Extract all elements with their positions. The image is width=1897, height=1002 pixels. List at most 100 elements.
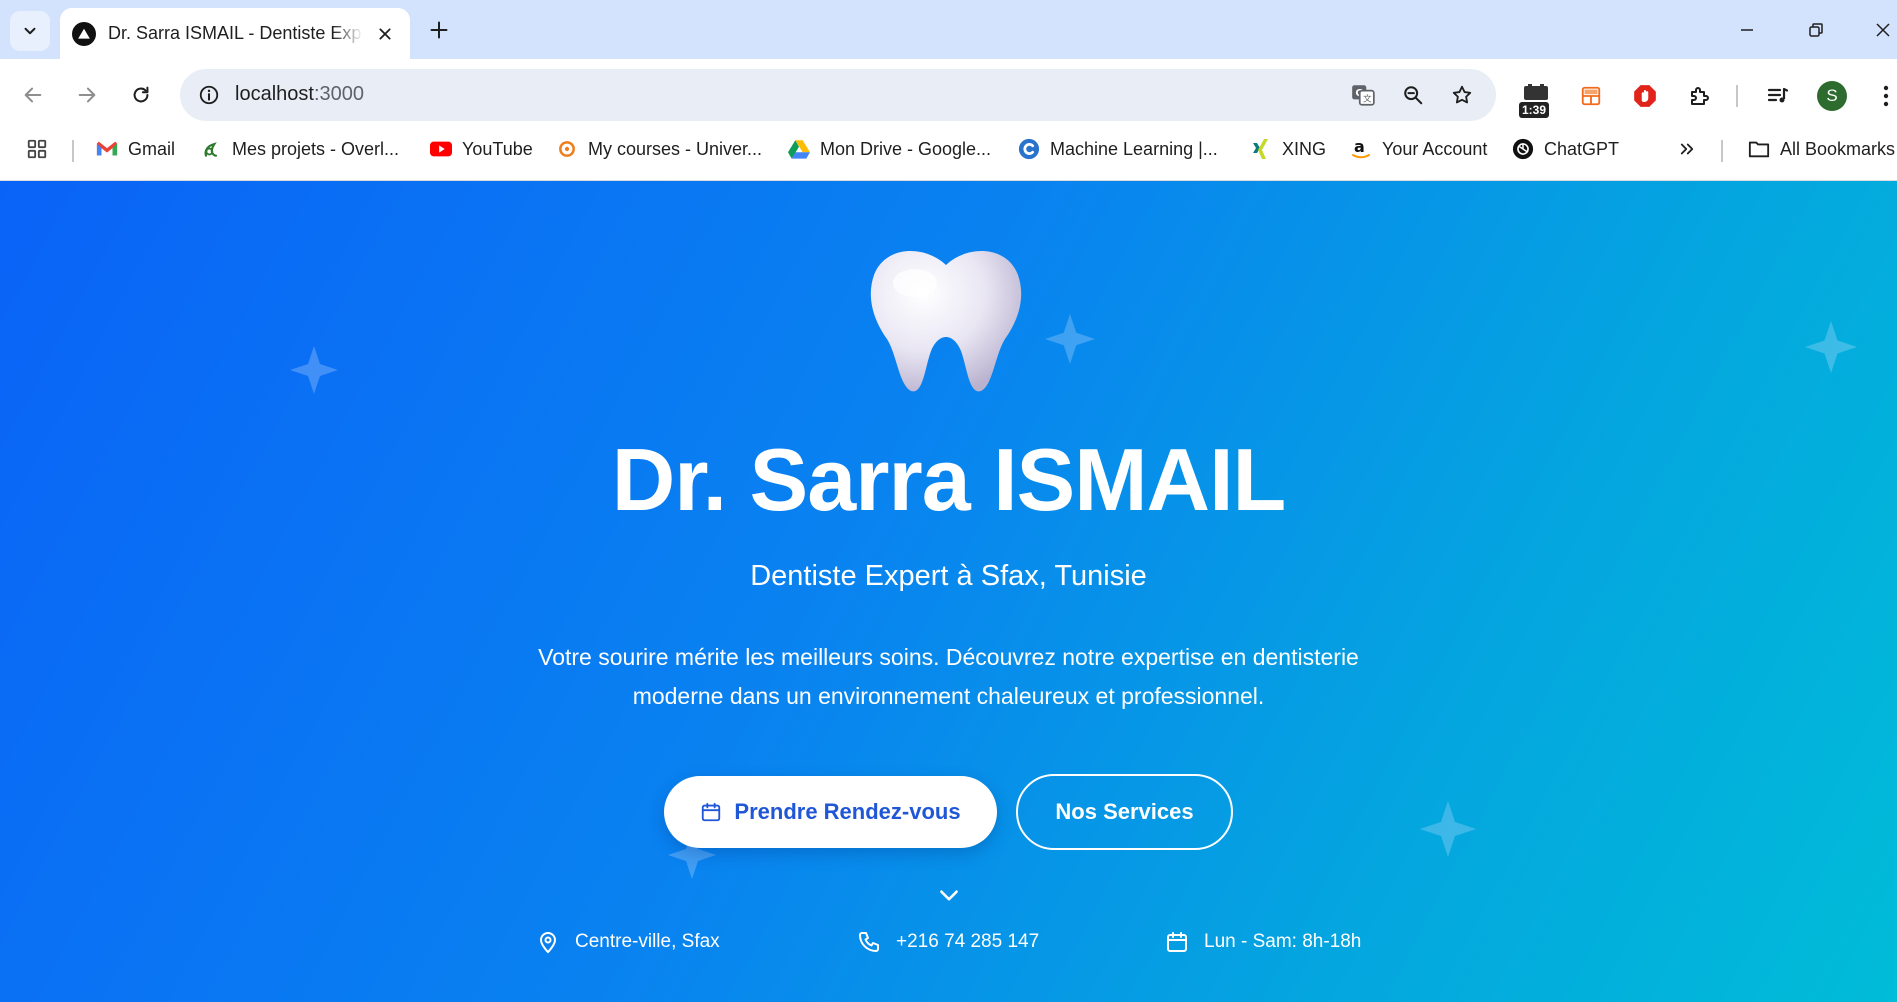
url-text[interactable]: localhost:3000 bbox=[235, 83, 364, 106]
extensions-puzzle-icon[interactable] bbox=[1680, 76, 1720, 116]
bookmarks-overflow-button[interactable] bbox=[1678, 130, 1696, 168]
bookmark-gmail[interactable]: Gmail bbox=[96, 130, 175, 168]
location-text: Centre-ville, Sfax bbox=[575, 931, 720, 952]
bookmarks-separator bbox=[1721, 140, 1723, 162]
bookmark-xing[interactable]: XING bbox=[1250, 130, 1326, 168]
bookmark-star-icon[interactable] bbox=[1447, 80, 1477, 110]
tab-close-icon[interactable] bbox=[372, 21, 398, 47]
sparkle-decoration-icon bbox=[1045, 314, 1095, 364]
adblock-extension-icon[interactable] bbox=[1625, 76, 1665, 116]
youtube-icon bbox=[430, 138, 452, 160]
close-icon bbox=[1876, 23, 1890, 37]
restore-button[interactable] bbox=[1796, 10, 1836, 50]
moodle-icon bbox=[556, 138, 578, 160]
bookmark-amazon[interactable]: a Your Account bbox=[1350, 130, 1487, 168]
plus-icon bbox=[430, 21, 448, 39]
chevron-down-icon bbox=[24, 27, 36, 35]
minimize-icon bbox=[1741, 29, 1753, 31]
forward-button[interactable] bbox=[67, 75, 107, 115]
bookmark-label: Your Account bbox=[1382, 138, 1488, 159]
calendar-icon bbox=[1164, 929, 1190, 955]
bookmarks-bar: Gmail Mes projets - Overl... YouTube My … bbox=[0, 130, 1897, 181]
hours-text: Lun - Sam: 8h-18h bbox=[1204, 931, 1362, 952]
toolbar-separator bbox=[1736, 85, 1738, 107]
apps-grid-icon bbox=[27, 139, 47, 159]
tab-search-button[interactable] bbox=[10, 11, 50, 51]
bookmark-label: All Bookmarks bbox=[1780, 138, 1896, 159]
bookmark-chatgpt[interactable]: ChatGPT bbox=[1512, 130, 1619, 168]
hero-description: Votre sourire mérite les meilleurs soins… bbox=[538, 644, 1359, 709]
bookmark-label: Machine Learning |... bbox=[1050, 138, 1218, 159]
sparkle-decoration-icon bbox=[1420, 801, 1476, 857]
tab-title: Dr. Sarra ISMAIL - Dentiste Expert à Sfa… bbox=[108, 23, 363, 43]
calendar-icon bbox=[700, 801, 722, 823]
restore-icon bbox=[1809, 23, 1823, 37]
book-appointment-button[interactable]: Prendre Rendez-vous bbox=[664, 776, 997, 848]
phone-info: +216 74 285 147 bbox=[856, 925, 1039, 959]
all-bookmarks-folder[interactable]: All Bookmarks bbox=[1748, 130, 1895, 168]
map-pin-icon bbox=[535, 929, 561, 955]
reload-icon bbox=[133, 86, 149, 103]
translate-icon[interactable]: G文 bbox=[1348, 80, 1378, 110]
bookmark-label: My courses - Univer... bbox=[588, 138, 763, 159]
xing-icon bbox=[1250, 138, 1272, 160]
svg-text:a: a bbox=[1354, 138, 1365, 156]
services-label: Nos Services bbox=[1055, 799, 1194, 824]
bookmark-overleaf[interactable]: Mes projets - Overl... bbox=[200, 130, 399, 168]
bookmark-label: ChatGPT bbox=[1544, 138, 1620, 159]
layout-extension-icon[interactable] bbox=[1571, 76, 1611, 116]
tooth-logo-icon bbox=[870, 251, 1022, 392]
reload-button[interactable] bbox=[121, 75, 161, 115]
url-port: :3000 bbox=[313, 83, 364, 105]
profile-avatar[interactable]: S bbox=[1812, 76, 1852, 116]
gmail-icon bbox=[96, 138, 118, 160]
bookmark-machine-learning[interactable]: Machine Learning |... bbox=[1018, 130, 1218, 168]
address-bar[interactable]: localhost:3000 G文 bbox=[180, 69, 1496, 121]
phone-text: +216 74 285 147 bbox=[896, 931, 1040, 952]
hero-subtitle: Dentiste Expert à Sfax, Tunisie bbox=[750, 560, 1147, 592]
chatgpt-icon bbox=[1512, 138, 1534, 160]
hours-info: Lun - Sam: 8h-18h bbox=[1164, 925, 1361, 959]
media-control-icon[interactable] bbox=[1758, 76, 1798, 116]
sparkle-decoration-icon bbox=[290, 346, 338, 394]
bookmark-label: Gmail bbox=[128, 138, 176, 159]
site-favicon-icon bbox=[72, 21, 96, 46]
amazon-icon: a bbox=[1350, 138, 1372, 160]
scroll-down-icon[interactable] bbox=[934, 881, 964, 911]
timer-extension-badge: 1:39 bbox=[1519, 102, 1550, 118]
bookmark-label: XING bbox=[1282, 138, 1327, 159]
timer-extension-icon[interactable]: 1:39 bbox=[1516, 76, 1556, 118]
browser-toolbar: localhost:3000 G文 1:39 S bbox=[0, 59, 1897, 130]
folder-icon bbox=[1748, 138, 1770, 160]
avatar: S bbox=[1817, 81, 1847, 111]
active-tab[interactable]: Dr. Sarra ISMAIL - Dentiste Expert à Sfa… bbox=[60, 8, 410, 59]
svg-text:文: 文 bbox=[1363, 93, 1372, 105]
services-button[interactable]: Nos Services bbox=[1016, 774, 1233, 850]
bookmark-label: YouTube bbox=[462, 138, 533, 159]
bookmark-label: Mes projets - Overl... bbox=[232, 138, 400, 159]
forward-arrow-icon bbox=[78, 87, 96, 103]
close-window-button[interactable] bbox=[1863, 10, 1897, 50]
new-tab-button[interactable] bbox=[423, 14, 455, 46]
location-info: Centre-ville, Sfax bbox=[535, 925, 720, 959]
zoom-icon[interactable] bbox=[1398, 80, 1428, 110]
bookmark-label: Mon Drive - Google... bbox=[820, 138, 992, 159]
hero-section: Dr. Sarra ISMAIL Dentiste Expert à Sfax,… bbox=[0, 181, 1897, 1002]
back-arrow-icon bbox=[24, 87, 42, 103]
bookmarks-separator bbox=[72, 140, 74, 162]
bookmark-google-drive[interactable]: Mon Drive - Google... bbox=[788, 130, 991, 168]
url-host: localhost bbox=[235, 83, 314, 105]
google-drive-icon bbox=[788, 138, 810, 160]
tab-strip: Dr. Sarra ISMAIL - Dentiste Expert à Sfa… bbox=[0, 0, 1897, 59]
site-info-icon[interactable] bbox=[194, 80, 224, 110]
minimize-button[interactable] bbox=[1727, 10, 1767, 50]
bookmark-my-courses[interactable]: My courses - Univer... bbox=[556, 130, 762, 168]
bookmark-youtube[interactable]: YouTube bbox=[430, 130, 533, 168]
back-button[interactable] bbox=[13, 75, 53, 115]
coursera-icon bbox=[1018, 138, 1040, 160]
double-chevron-right-icon bbox=[1680, 143, 1694, 155]
browser-menu-button[interactable] bbox=[1866, 76, 1897, 116]
page-title: Dr. Sarra ISMAIL bbox=[611, 430, 1287, 529]
overleaf-icon bbox=[200, 138, 222, 160]
apps-button[interactable] bbox=[26, 130, 48, 168]
